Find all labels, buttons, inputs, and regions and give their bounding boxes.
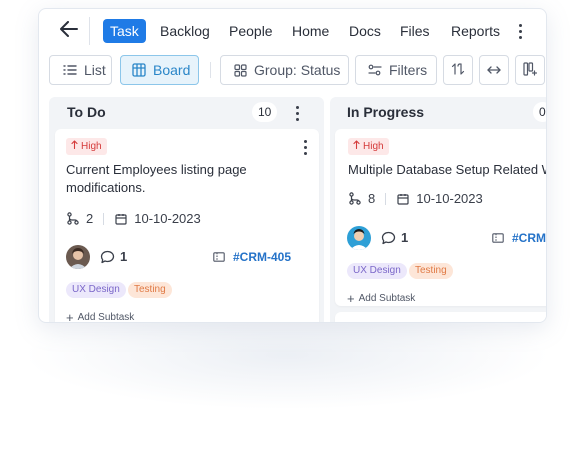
comment-icon	[381, 231, 396, 245]
column-title: To Do	[67, 104, 106, 120]
comment-count-value: 1	[401, 230, 409, 245]
ticket-icon	[492, 233, 504, 243]
add-subtask-button[interactable]: + Add Subtask	[66, 310, 135, 323]
filter-icon	[367, 62, 383, 78]
calendar-icon	[396, 192, 410, 206]
column-title: In Progress	[347, 104, 425, 120]
column-count-badge: 0	[533, 102, 546, 122]
tab-backlog[interactable]: Backlog	[153, 19, 217, 43]
ticket-id: #CRM	[512, 231, 547, 245]
tag-ux-design[interactable]: UX Design	[66, 282, 126, 298]
task-card[interactable]	[335, 312, 546, 322]
column-in-progress: In Progress 0 High Multiple Database Set…	[330, 97, 546, 322]
priority-label: High	[81, 141, 102, 153]
task-meta: 2 10-10-2023	[66, 211, 201, 226]
expand-button[interactable]	[479, 55, 509, 85]
arrow-up-icon	[353, 138, 360, 155]
sort-icon	[451, 62, 465, 79]
arrow-left-icon	[60, 20, 78, 42]
due-date: 10-10-2023	[134, 211, 201, 226]
group-by-button[interactable]: Group: Status	[220, 55, 349, 85]
task-card[interactable]: High Current Employees listing page modi…	[55, 129, 319, 323]
tag-testing[interactable]: Testing	[409, 263, 453, 279]
list-view-button[interactable]: List	[49, 55, 112, 85]
priority-label: High	[363, 141, 384, 153]
board-icon	[131, 62, 147, 78]
subtask-branch-icon	[66, 212, 80, 226]
add-subtask-label: Add Subtask	[77, 312, 135, 323]
list-icon	[62, 62, 78, 78]
column-todo: To Do 10 High Current Employees listing …	[49, 97, 324, 323]
tab-home[interactable]: Home	[285, 19, 336, 43]
arrow-up-icon	[71, 138, 78, 155]
add-subtask-label: Add Subtask	[358, 293, 416, 304]
more-vertical-icon[interactable]	[292, 103, 302, 123]
due-date: 10-10-2023	[416, 191, 483, 206]
plus-icon: +	[66, 310, 74, 323]
group-by-label: Group: Status	[254, 62, 341, 78]
subtask-count: 8	[368, 191, 376, 206]
avatar[interactable]	[347, 226, 371, 250]
more-vertical-icon[interactable]	[513, 19, 527, 43]
grid-icon	[232, 62, 248, 78]
tag-ux-design[interactable]: UX Design	[347, 263, 407, 279]
comment-icon	[100, 250, 115, 264]
comment-count[interactable]: 1	[381, 230, 408, 245]
priority-badge: High	[66, 138, 107, 155]
toolbar-divider	[210, 62, 211, 78]
task-title[interactable]: Multiple Database Setup Related W	[348, 161, 546, 179]
board-view-label: Board	[153, 62, 191, 78]
meta-divider	[103, 212, 105, 225]
ticket-id-link[interactable]: #CRM	[492, 231, 546, 245]
tab-people[interactable]: People	[222, 19, 280, 43]
task-title[interactable]: Current Employees listing page modificat…	[66, 161, 296, 197]
meta-divider	[385, 192, 387, 205]
tab-reports[interactable]: Reports	[444, 19, 507, 43]
ticket-icon	[213, 252, 225, 262]
more-vertical-icon[interactable]	[300, 137, 310, 157]
top-navigation: Task Backlog People Home Docs Files Repo…	[39, 9, 546, 53]
view-toolbar: List Board Group: Status Filters	[39, 55, 546, 85]
plus-icon: +	[347, 291, 355, 306]
add-subtask-button[interactable]: + Add Subtask	[347, 291, 415, 306]
subtask-branch-icon	[348, 192, 362, 206]
subtask-count: 2	[86, 211, 94, 226]
ticket-id: #CRM-405	[233, 250, 292, 264]
column-header: To Do 10	[49, 97, 324, 127]
app-window: Task Backlog People Home Docs Files Repo…	[38, 8, 547, 323]
task-card[interactable]: High Multiple Database Setup Related W 8…	[335, 129, 546, 306]
tab-docs[interactable]: Docs	[342, 19, 388, 43]
board-view-button[interactable]: Board	[120, 55, 199, 85]
tab-files[interactable]: Files	[393, 19, 437, 43]
sort-button[interactable]	[443, 55, 473, 85]
priority-badge: High	[348, 138, 389, 155]
list-view-label: List	[84, 62, 106, 78]
filters-button[interactable]: Filters	[355, 55, 437, 85]
column-header: In Progress 0	[330, 97, 546, 127]
comment-count-value: 1	[120, 249, 128, 264]
filters-label: Filters	[389, 62, 428, 78]
add-column-icon	[523, 61, 538, 79]
expand-horizontal-icon	[487, 62, 501, 78]
task-meta: 8 10-10-2023	[348, 191, 483, 206]
comment-count[interactable]: 1	[100, 249, 127, 264]
back-button[interactable]	[57, 19, 81, 43]
tag-testing[interactable]: Testing	[128, 282, 172, 298]
tab-task[interactable]: Task	[103, 19, 146, 43]
avatar[interactable]	[66, 245, 90, 269]
column-count-badge: 10	[252, 102, 278, 122]
calendar-icon	[114, 212, 128, 226]
ticket-id-link[interactable]: #CRM-405	[213, 250, 291, 264]
nav-divider	[89, 17, 90, 45]
add-column-button[interactable]	[515, 55, 545, 85]
